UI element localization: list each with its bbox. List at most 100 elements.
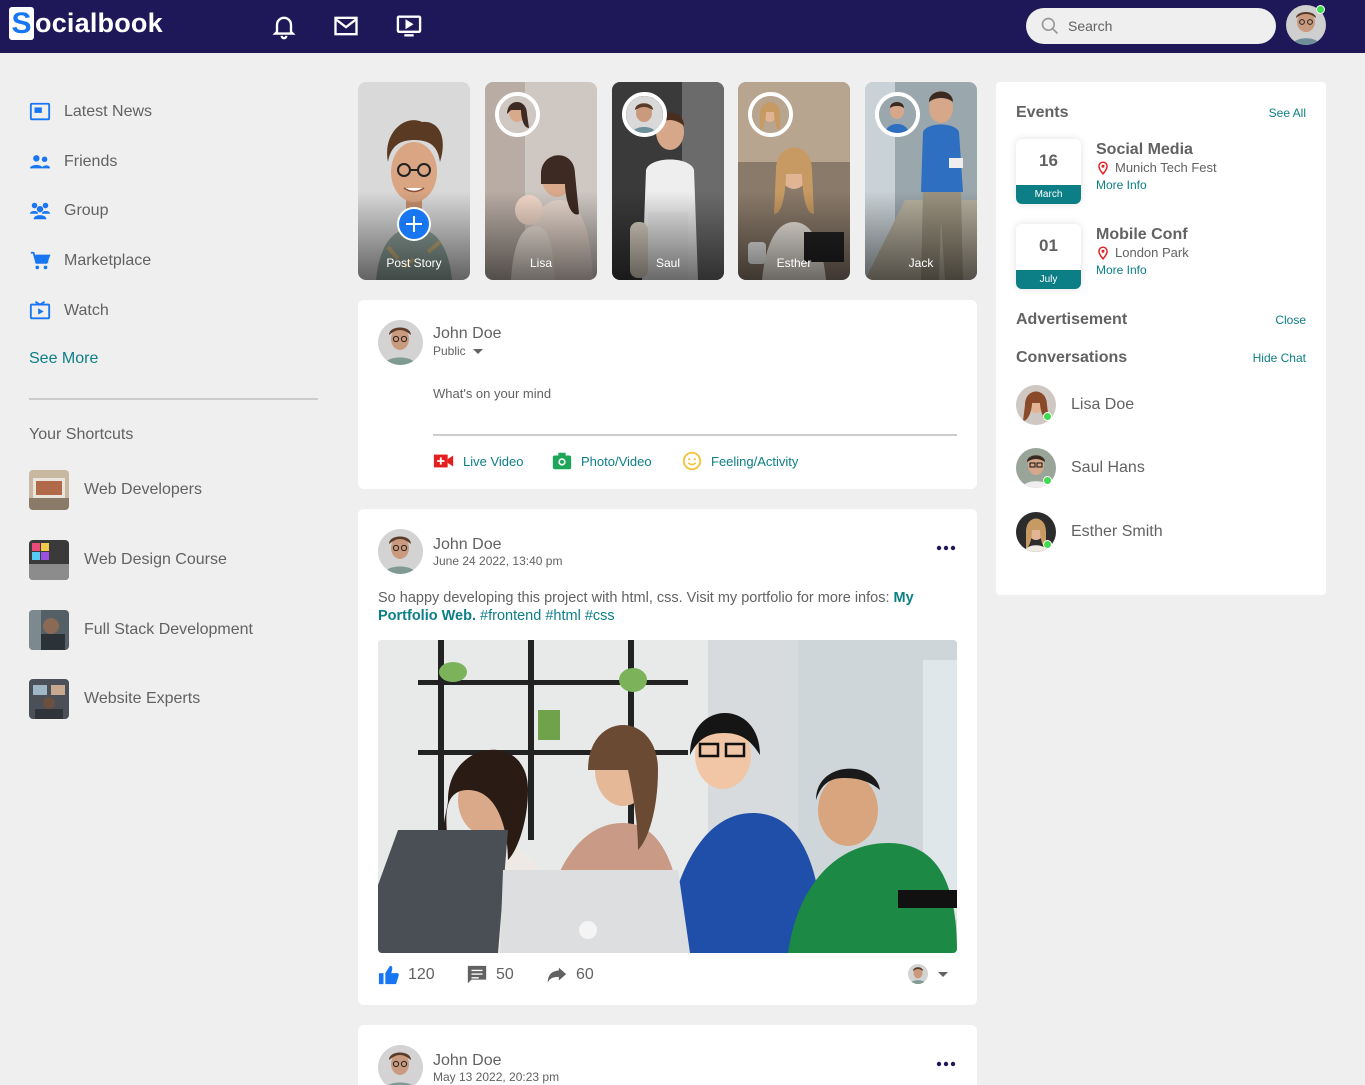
location-pin-icon — [1098, 245, 1108, 260]
sidebar-item-label: Friends — [64, 153, 118, 170]
online-status-dot — [1043, 540, 1052, 549]
see-more-link[interactable]: See More — [29, 350, 98, 368]
add-story-button[interactable] — [397, 207, 431, 241]
like-button[interactable]: 120 — [378, 964, 435, 986]
camera-icon — [552, 452, 572, 470]
event-title: Mobile Conf — [1096, 226, 1188, 243]
comment-button[interactable]: 50 — [466, 964, 514, 986]
watch-icon — [29, 301, 51, 320]
avatar[interactable] — [378, 1045, 423, 1085]
event-day: 16 — [1039, 151, 1058, 170]
feeling-activity-button[interactable]: Feeling/Activity — [681, 450, 798, 472]
more-dots-icon — [936, 1061, 956, 1067]
avatar[interactable] — [378, 529, 423, 574]
story-post-story[interactable]: Post Story — [358, 82, 470, 280]
shortcuts-heading: Your Shortcuts — [29, 426, 134, 443]
shortcut-item[interactable]: Web Design Course — [29, 540, 227, 580]
feeling-activity-label: Feeling/Activity — [711, 453, 799, 469]
post-body: So happy developing this project with ht… — [378, 590, 894, 606]
event-title: Social Media — [1096, 141, 1193, 158]
conversation-name: Esther Smith — [1071, 523, 1163, 540]
story-avatar — [748, 92, 793, 137]
react-as-selector[interactable] — [908, 964, 950, 984]
story-lisa[interactable]: Lisa — [485, 82, 597, 280]
post-username[interactable]: John Doe — [433, 536, 502, 554]
story-esther[interactable]: Esther — [738, 82, 850, 280]
avatar[interactable] — [378, 320, 423, 365]
conversation-item[interactable]: Esther Smith — [1016, 512, 1163, 552]
shortcut-thumbnail — [29, 470, 69, 510]
advertisement-heading: Advertisement — [1016, 311, 1128, 328]
search-bar[interactable]: Search — [1026, 8, 1276, 44]
shortcut-item[interactable]: Web Developers — [29, 470, 202, 510]
conversation-name: Saul Hans — [1071, 459, 1145, 476]
composer-input[interactable]: What's on your mind — [433, 386, 551, 401]
story-saul[interactable]: Saul — [612, 82, 724, 280]
bell-icon[interactable] — [270, 12, 298, 40]
story-avatar — [875, 92, 920, 137]
post-date: May 13 2022, 20:23 pm — [433, 1070, 560, 1084]
live-video-button[interactable]: Live Video — [433, 450, 523, 472]
story-name: Jack — [908, 256, 934, 270]
composer-divider — [433, 434, 957, 436]
post-card: John Doe May 13 2022, 20:23 pm — [358, 1025, 977, 1085]
sidebar-item-watch[interactable]: Watch — [29, 299, 109, 323]
group-icon — [29, 202, 51, 220]
sidebar-item-label: Marketplace — [64, 252, 152, 269]
post-card: John Doe June 24 2022, 13:40 pm So happy… — [358, 509, 977, 1005]
post-hashtags[interactable]: #frontend #html #css — [476, 608, 615, 624]
see-all-events-link[interactable]: See All — [1269, 106, 1306, 120]
sidebar-item-group[interactable]: Group — [29, 199, 108, 223]
event-more-info-link[interactable]: More Info — [1096, 263, 1147, 277]
online-status-dot — [1043, 476, 1052, 485]
video-icon[interactable] — [395, 12, 423, 40]
post-image[interactable] — [378, 640, 957, 953]
event-more-info-link[interactable]: More Info — [1096, 178, 1147, 192]
post-options-button[interactable] — [936, 1053, 956, 1074]
story-jack[interactable]: Jack — [865, 82, 977, 280]
story-shade — [358, 82, 470, 280]
story-name: Post Story — [386, 256, 442, 270]
event-month: March — [1016, 185, 1081, 204]
privacy-select[interactable]: Public — [433, 344, 485, 358]
comment-count: 50 — [496, 966, 514, 983]
comment-icon — [467, 965, 487, 984]
share-button[interactable]: 60 — [546, 964, 594, 986]
conversation-item[interactable]: Lisa Doe — [1016, 385, 1134, 425]
post-username[interactable]: John Doe — [433, 1052, 502, 1070]
right-sidebar: Events See All 16 March Social Media Mun… — [996, 82, 1326, 595]
logo[interactable]: S ocialbook — [9, 7, 163, 40]
shortcut-item[interactable]: Full Stack Development — [29, 610, 253, 650]
more-dots-icon — [936, 545, 956, 551]
online-status-dot — [1316, 5, 1325, 14]
shortcut-thumbnail — [29, 610, 69, 650]
event-date: 01 July — [1016, 224, 1081, 289]
story-avatar — [495, 92, 540, 137]
search-input[interactable]: Search — [1068, 18, 1112, 34]
logo-letter: S — [9, 7, 34, 40]
close-ad-link[interactable]: Close — [1275, 313, 1306, 327]
story-name: Esther — [776, 256, 812, 270]
mail-icon[interactable] — [332, 12, 360, 40]
friends-icon — [29, 155, 51, 169]
composer-username[interactable]: John Doe — [433, 325, 502, 343]
news-icon — [29, 102, 51, 121]
post-options-button[interactable] — [936, 537, 956, 558]
hide-chat-link[interactable]: Hide Chat — [1253, 351, 1306, 365]
event-location: London Park — [1096, 245, 1189, 260]
sidebar-item-latest-news[interactable]: Latest News — [29, 100, 152, 124]
live-video-label: Live Video — [463, 453, 524, 469]
like-count: 120 — [408, 966, 435, 983]
sidebar-item-friends[interactable]: Friends — [29, 150, 117, 174]
sidebar-item-marketplace[interactable]: Marketplace — [29, 249, 151, 273]
caret-down-icon — [938, 972, 948, 977]
cart-icon — [30, 251, 51, 270]
events-heading: Events — [1016, 104, 1069, 121]
logo-text: ocialbook — [35, 8, 163, 38]
shortcut-label: Web Developers — [84, 481, 202, 498]
shortcut-item[interactable]: Website Experts — [29, 679, 200, 719]
shortcut-label: Website Experts — [84, 690, 201, 707]
photo-video-button[interactable]: Photo/Video — [551, 450, 652, 472]
conversation-item[interactable]: Saul Hans — [1016, 448, 1145, 488]
online-status-dot — [1043, 412, 1052, 421]
